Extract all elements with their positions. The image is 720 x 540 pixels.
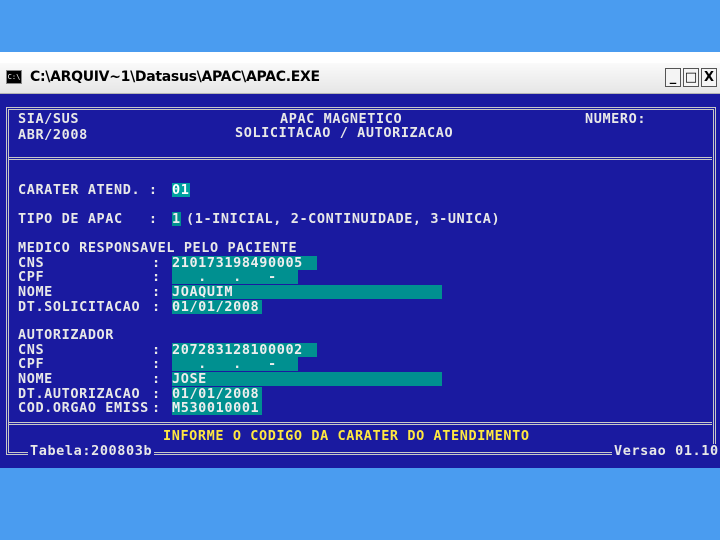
medico-nome-colon: :	[152, 284, 161, 300]
console-screen: SIA/SUS ABR/2008 APAC MAGNETICO SOLICITA…	[6, 101, 720, 466]
header-divider	[8, 157, 712, 160]
slide-background-bottom	[0, 468, 720, 540]
autorizador-cpf-colon: :	[152, 356, 161, 372]
autorizador-cns-input[interactable]: 207283128100002	[172, 343, 317, 357]
autorizador-nome-label: NOME	[18, 371, 53, 387]
close-button[interactable]: X	[701, 68, 717, 87]
numero-label: NUMERO:	[585, 111, 647, 127]
autorizador-cns-label: CNS	[18, 342, 45, 358]
autorizador-dt-input[interactable]: 01/01/2008	[172, 387, 262, 401]
app-title: APAC MAGNETICO	[280, 111, 403, 127]
medico-cns-label: CNS	[18, 255, 45, 271]
maximize-button[interactable]: □	[683, 68, 699, 87]
period-label: ABR/2008	[18, 127, 88, 143]
medico-cpf-colon: :	[152, 269, 161, 285]
tipo-hint: (1-INICIAL, 2-CONTINUIDADE, 3-UNICA)	[186, 211, 501, 227]
footer-divider	[8, 422, 712, 425]
status-message: INFORME O CODIGO DA CARATER DO ATENDIMEN…	[163, 428, 530, 444]
medico-heading: MEDICO RESPONSAVEL PELO PACIENTE	[18, 240, 298, 256]
medico-nome-label: NOME	[18, 284, 53, 300]
medico-cns-colon: :	[152, 255, 161, 271]
autorizador-dt-colon: :	[152, 386, 161, 402]
medico-dt-label: DT.SOLICITACAO	[18, 299, 141, 315]
medico-dt-colon: :	[152, 299, 161, 315]
console-app-icon: C:\	[6, 70, 22, 84]
autorizador-cns-colon: :	[152, 342, 161, 358]
autorizador-nome-input[interactable]: JOSE	[172, 372, 442, 386]
carater-input[interactable]: 01	[172, 183, 190, 197]
autorizador-heading: AUTORIZADOR	[18, 327, 115, 343]
minimize-button[interactable]: _	[665, 68, 681, 87]
autorizador-dt-label: DT.AUTORIZACAO	[18, 386, 141, 402]
window-titlebar[interactable]: C:\ C:\ARQUIV~1\Datasus\APAC\APAC.EXE _ …	[0, 63, 720, 94]
autorizador-cod-colon: :	[152, 400, 161, 416]
tabela-label: Tabela:200803b	[28, 443, 155, 459]
tipo-input[interactable]: 1	[172, 212, 181, 226]
medico-dt-input[interactable]: 01/01/2008	[172, 300, 262, 314]
autorizador-cod-label: COD.ORGAO EMISS	[18, 400, 149, 416]
autorizador-nome-colon: :	[152, 371, 161, 387]
tipo-label: TIPO DE APAC :	[18, 211, 158, 227]
autorizador-cpf-label: CPF	[18, 356, 45, 372]
autorizador-cod-input[interactable]: M530010001	[172, 401, 262, 415]
medico-cpf-label: CPF	[18, 269, 45, 285]
system-label: SIA/SUS	[18, 111, 80, 127]
autorizador-cpf-input[interactable]: . . -	[172, 357, 298, 371]
window-title: C:\ARQUIV~1\Datasus\APAC\APAC.EXE	[30, 69, 320, 85]
app-subtitle: SOLICITACAO / AUTORIZACAO	[235, 125, 454, 141]
medico-cpf-input[interactable]: . . -	[172, 270, 298, 284]
versao-label: Versao 01.10	[612, 443, 720, 459]
top-white-strip	[0, 52, 720, 63]
medico-nome-input[interactable]: JOAQUIM	[172, 285, 442, 299]
console-window: C:\ C:\ARQUIV~1\Datasus\APAC\APAC.EXE _ …	[0, 63, 720, 468]
carater-label: CARATER ATEND. :	[18, 182, 158, 198]
medico-cns-input[interactable]: 210173198490005	[172, 256, 317, 270]
